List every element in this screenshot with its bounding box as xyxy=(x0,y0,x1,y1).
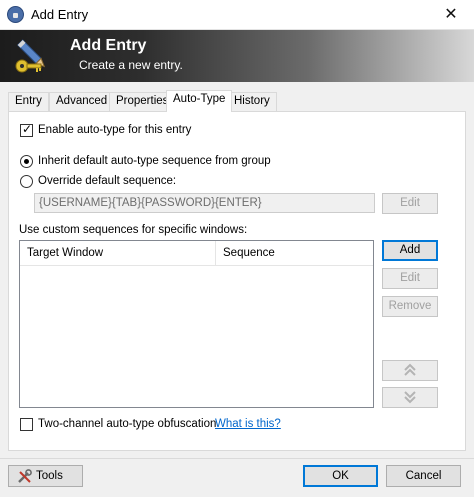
two-channel-label[interactable]: Two-channel auto-type obfuscation xyxy=(38,418,216,430)
move-up-button[interactable] xyxy=(382,360,438,381)
two-channel-checkbox[interactable] xyxy=(20,418,33,431)
tools-label: Tools xyxy=(36,470,63,482)
tools-icon xyxy=(18,469,32,483)
tab-advanced[interactable]: Advanced xyxy=(49,92,115,111)
tab-entry[interactable]: Entry xyxy=(8,92,49,111)
inherit-sequence-radio[interactable] xyxy=(20,155,33,168)
override-sequence-label[interactable]: Override default sequence: xyxy=(38,175,176,187)
enable-auto-type-label[interactable]: Enable auto-type for this entry xyxy=(38,124,191,136)
close-button[interactable]: ✕ xyxy=(428,0,474,30)
tools-button[interactable]: Tools xyxy=(8,465,83,487)
window-title: Add Entry xyxy=(31,7,89,22)
remove-button[interactable]: Remove xyxy=(382,296,438,317)
banner-title: Add Entry xyxy=(70,37,147,54)
tab-history[interactable]: History xyxy=(227,92,277,111)
lock-icon xyxy=(7,6,24,23)
override-sequence-input[interactable]: {USERNAME}{TAB}{PASSWORD}{ENTER} xyxy=(34,193,375,213)
column-sequence[interactable]: Sequence xyxy=(216,241,275,266)
inherit-sequence-label[interactable]: Inherit default auto-type sequence from … xyxy=(38,155,271,167)
what-is-this-link[interactable]: What is this? xyxy=(215,418,281,430)
custom-sequences-label: Use custom sequences for specific window… xyxy=(19,224,248,236)
header-banner: Add Entry Create a new entry. xyxy=(0,30,474,82)
add-button[interactable]: Add xyxy=(382,240,438,261)
double-chevron-up-icon xyxy=(404,363,416,376)
list-header: Target Window Sequence xyxy=(20,241,373,266)
banner-subtitle: Create a new entry. xyxy=(79,58,183,72)
edit-button[interactable]: Edit xyxy=(382,268,438,289)
edit-sequence-button[interactable]: Edit xyxy=(382,193,438,214)
cancel-button[interactable]: Cancel xyxy=(386,465,461,487)
key-pencil-icon xyxy=(15,39,46,73)
tab-auto-type[interactable]: Auto-Type xyxy=(166,90,233,112)
enable-auto-type-checkbox[interactable] xyxy=(20,122,33,137)
title-bar: Add Entry ✕ xyxy=(0,0,474,30)
custom-sequences-list[interactable]: Target Window Sequence xyxy=(19,240,374,408)
move-down-button[interactable] xyxy=(382,387,438,408)
footer-separator xyxy=(0,458,474,459)
column-target-window[interactable]: Target Window xyxy=(20,241,103,266)
double-chevron-down-icon xyxy=(404,391,416,404)
override-sequence-radio[interactable] xyxy=(20,175,33,188)
ok-button[interactable]: OK xyxy=(303,465,378,487)
